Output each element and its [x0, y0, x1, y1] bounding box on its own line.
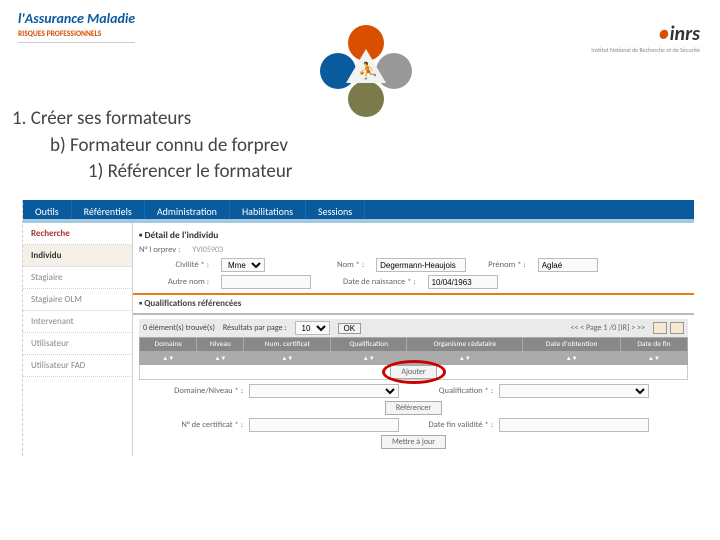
sort-icon[interactable]: ▲▼ [331, 352, 407, 365]
sidebar-utilisateur-fad[interactable]: Utilisateur FAD [23, 355, 132, 377]
main-panel: ▪ Détail de l'individu N° I orprev : YVI… [133, 223, 694, 456]
logo-left-text: l'Assurance Maladie [18, 10, 135, 27]
col-niveau[interactable]: Niveau [197, 338, 244, 352]
pager[interactable]: << < Page 1 /0 [IR] > >> [570, 323, 645, 333]
col-date-fin[interactable]: Date de fin [620, 338, 687, 352]
col-num-certif[interactable]: Num. certificat [244, 338, 331, 352]
prenom-input[interactable] [538, 258, 598, 272]
sort-icon[interactable]: ▲▼ [407, 352, 523, 365]
center-graphic: ⛹ [320, 25, 412, 117]
menu-administration[interactable]: Administration [145, 200, 230, 219]
sort-icon[interactable]: ▲▼ [140, 352, 197, 365]
menu-outils[interactable]: Outils [23, 200, 72, 219]
menu-sessions[interactable]: Sessions [306, 200, 365, 219]
title-line-3: 1) Référencer le formateur [12, 159, 292, 186]
domaine-niveau-select[interactable] [249, 384, 399, 398]
col-date-obtention[interactable]: Date d'obtention [523, 338, 620, 352]
per-page-select[interactable]: 10 [295, 321, 330, 335]
col-organisme[interactable]: Organisme cédataire [407, 338, 523, 352]
certificat-label: N° de certificat * : [139, 420, 249, 430]
slide-title: 1. Créer ses formateurs b) Formateur con… [12, 106, 292, 186]
sidebar-individu[interactable]: Individu [23, 245, 132, 267]
logo-assurance-maladie: l'Assurance Maladie RISQUES PROFESSIONNE… [18, 10, 135, 43]
menu-referentiels[interactable]: Référentiels [72, 200, 145, 219]
menubar: Outils Référentiels Administration Habil… [23, 200, 694, 223]
title-line-1: 1. Créer ses formateurs [12, 106, 292, 133]
person-icon: ⛹ [358, 61, 378, 81]
mettre-a-jour-button[interactable]: Mettre à jour [381, 435, 446, 449]
sort-icon[interactable]: ▲▼ [197, 352, 244, 365]
export-icon-1[interactable] [653, 322, 667, 334]
qualification-select[interactable] [499, 384, 649, 398]
sidebar-utilisateur[interactable]: Utilisateur [23, 333, 132, 355]
dob-input[interactable] [428, 275, 498, 289]
nom-label: Nom * : [337, 260, 364, 270]
prenom-label: Prénom * : [488, 260, 526, 270]
referencer-button[interactable]: Référencer [385, 401, 442, 415]
datefin-input[interactable] [499, 418, 649, 432]
forprev-label: N° I orprev : [139, 245, 180, 255]
sidebar-intervenant[interactable]: Intervenant [23, 311, 132, 333]
table-row: Ajouter [140, 365, 688, 380]
civilite-label: Civilité * : [139, 260, 209, 270]
datefin-label: Date fin validité * : [399, 420, 499, 430]
qualifications-table: Domaine Niveau Num. certificat Qualifica… [139, 337, 688, 380]
app-screenshot: Outils Référentiels Administration Habil… [22, 200, 694, 456]
sort-icon[interactable]: ▲▼ [620, 352, 687, 365]
title-line-2: b) Formateur connu de forprev [12, 133, 292, 160]
sidebar-recherche[interactable]: Recherche [23, 223, 132, 245]
sort-icon[interactable]: ▲▼ [244, 352, 331, 365]
logo-right-text: inrs [670, 22, 700, 46]
logo-inrs: ●inrs Institut National de Recherche et … [591, 22, 700, 54]
domaine-niveau-label: Domaine/Niveau * : [139, 386, 249, 396]
nom-input[interactable] [376, 258, 466, 272]
section-qual-title: Qualifications référencées [144, 298, 241, 309]
autrenom-input[interactable] [221, 275, 311, 289]
menu-habilitations[interactable]: Habilitations [230, 200, 306, 219]
results-count: 0 élément(s) trouvé(s) [143, 323, 215, 333]
logo-left-subtext: RISQUES PROFESSIONNELS [18, 30, 135, 43]
sidebar: Recherche Individu Stagiaire Stagiaire O… [23, 223, 133, 456]
civilite-select[interactable]: Mme [221, 258, 265, 272]
logo-right-subtext: Institut National de Recherche et de Séc… [591, 46, 700, 54]
sidebar-stagiaire-olm[interactable]: Stagiaire OLM [23, 289, 132, 311]
autrenom-label: Autre nom : [139, 277, 209, 287]
ajouter-button[interactable]: Ajouter [390, 365, 436, 379]
sort-icon[interactable]: ▲▼ [523, 352, 620, 365]
export-icon-2[interactable] [670, 322, 684, 334]
qualification-label: Qualification * : [399, 386, 499, 396]
per-page-label: Résultats par page : [223, 323, 287, 333]
ok-button[interactable]: OK [338, 323, 362, 334]
col-qualification[interactable]: Qualification [331, 338, 407, 352]
sidebar-stagiaire[interactable]: Stagiaire [23, 267, 132, 289]
forprev-value: YVI05903 [192, 245, 223, 255]
col-domaine[interactable]: Domaine [140, 338, 197, 352]
section-detail-title: Détail de l'individu [145, 229, 219, 241]
certificat-input[interactable] [249, 418, 399, 432]
dob-label: Date de naissance * : [343, 277, 416, 287]
